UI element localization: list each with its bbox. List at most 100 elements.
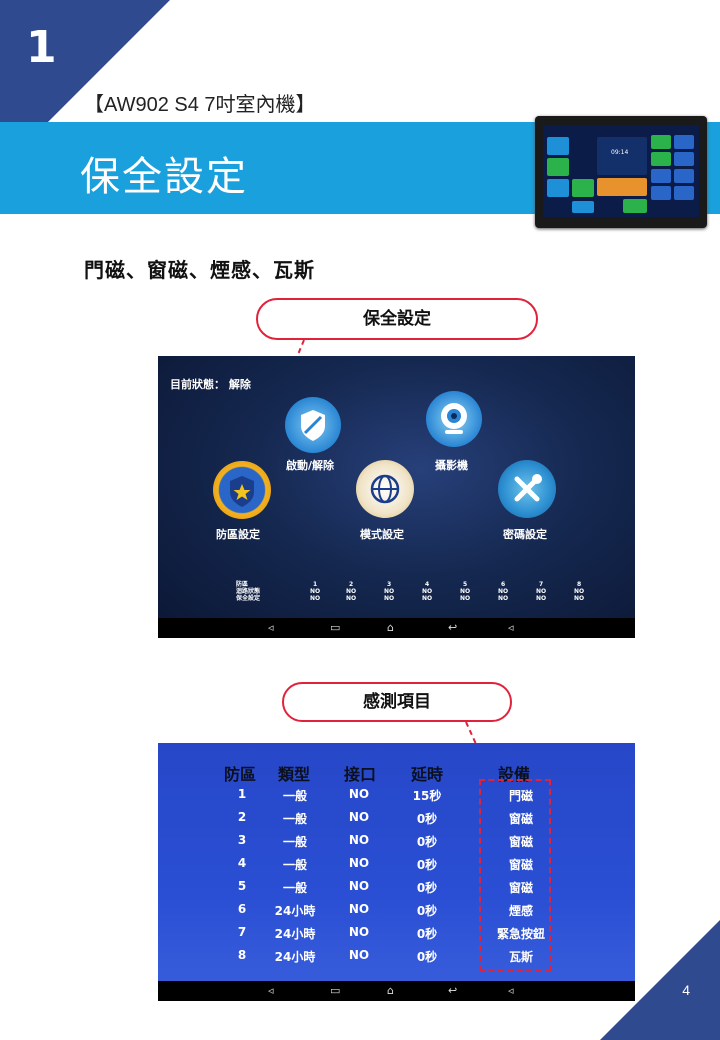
mode-settings-button[interactable] <box>356 460 414 518</box>
zone-number: 3 <box>237 833 247 847</box>
header-zone: 防區 <box>224 765 257 784</box>
zone-delay: 15秒 <box>412 789 442 803</box>
zone-loop: NO <box>460 588 471 595</box>
row-label-loop-status: 迴路狀態 <box>236 588 261 595</box>
callout-sensor-items: 感測項目 <box>282 682 512 722</box>
zone-settings-label: 防區設定 <box>216 528 260 541</box>
zone-number: 4 <box>237 856 247 870</box>
device-time: 09:14 <box>611 149 629 156</box>
zone-settings-button[interactable] <box>213 461 271 519</box>
home-icon[interactable]: ⌂ <box>387 621 394 634</box>
zone-column: 8 NO NO <box>574 581 584 602</box>
status-value: 解除 <box>228 378 251 391</box>
zone-delay: 0秒 <box>416 904 438 918</box>
zone-delay: 0秒 <box>416 858 438 872</box>
camera-button[interactable] <box>426 391 482 447</box>
zone-row-labels: 防區 迴路狀態 保全設定 <box>236 581 260 602</box>
zone-port: NO <box>348 810 370 824</box>
zone-column: 3 NO NO <box>384 581 394 602</box>
zone-loop: NO <box>346 588 357 595</box>
zone-loop: NO <box>384 588 395 595</box>
zone-type: 24小時 <box>274 927 316 941</box>
zone-num: 5 <box>462 581 468 588</box>
zone-num: 6 <box>500 581 506 588</box>
arm-disarm-label: 啟動/解除 <box>286 459 335 472</box>
callout-security-settings: 保全設定 <box>256 298 538 340</box>
zone-type: 一般 <box>282 789 307 803</box>
device-screen: 09:14 <box>543 125 699 217</box>
device-column-highlight <box>479 779 551 971</box>
android-navbar: ◃ ▭ ⌂ ↩ ◃ <box>158 618 635 638</box>
zone-number: 1 <box>237 787 247 801</box>
header-port: 接口 <box>344 765 377 784</box>
zone-port: NO <box>348 902 370 916</box>
back-icon[interactable]: ↩ <box>448 621 457 634</box>
zone-type: 一般 <box>282 881 307 895</box>
recent-apps-icon[interactable]: ▭ <box>330 621 340 634</box>
banner-title: 保全設定 <box>80 154 248 200</box>
zone-loop: NO <box>574 588 585 595</box>
zone-loop: NO <box>310 588 321 595</box>
sensor-table-screen: 防區 類型 接口 延時 設備 1 一般 NO 15秒 門磁 2 一般 NO 0秒 窗磁 3 一般 NO 0… <box>158 743 635 1001</box>
zone-number: 2 <box>237 810 247 824</box>
zone-guard: NO <box>310 595 321 602</box>
back-icon[interactable]: ↩ <box>448 984 457 997</box>
zone-column: 6 NO NO <box>498 581 508 602</box>
zone-guard: NO <box>536 595 547 602</box>
status-label: 目前狀態： <box>170 378 225 391</box>
zone-number: 8 <box>237 948 247 962</box>
home-icon[interactable]: ⌂ <box>387 984 394 997</box>
volume-down-icon[interactable]: ◃ <box>268 984 274 997</box>
zone-column: 1 NO NO <box>310 581 320 602</box>
security-menu-screen: 目前狀態： 解除 啟動/解除 攝影機 防區設定 模式設定 密碼設定 防區 迴路狀… <box>158 356 635 638</box>
zone-type: 一般 <box>282 835 307 849</box>
zone-number: 7 <box>237 925 247 939</box>
page-number: 4 <box>682 982 690 998</box>
header-type: 類型 <box>278 765 311 784</box>
zone-type: 一般 <box>282 812 307 826</box>
mode-settings-label: 模式設定 <box>360 528 404 541</box>
zone-port: NO <box>348 833 370 847</box>
globe-icon <box>370 474 400 504</box>
row-label-guard: 保全設定 <box>236 595 261 602</box>
zone-num: 1 <box>312 581 318 588</box>
zone-number: 5 <box>237 879 247 893</box>
zone-delay: 0秒 <box>416 881 438 895</box>
zone-guard: NO <box>574 595 585 602</box>
zone-guard: NO <box>422 595 433 602</box>
device-photo: 09:14 <box>535 116 707 228</box>
zone-port: NO <box>348 787 370 801</box>
zone-delay: 0秒 <box>416 927 438 941</box>
section-number: 1 <box>26 22 57 73</box>
zone-type: 24小時 <box>274 950 316 964</box>
zone-type: 24小時 <box>274 904 316 918</box>
zone-column: 5 NO NO <box>460 581 470 602</box>
status-line: 目前狀態： 解除 <box>170 376 251 392</box>
tools-icon <box>514 474 542 502</box>
zone-loop: NO <box>498 588 509 595</box>
zone-column: 2 NO NO <box>346 581 356 602</box>
zone-type: 一般 <box>282 858 307 872</box>
zone-port: NO <box>348 948 370 962</box>
volume-up-icon[interactable]: ◃ <box>508 621 514 634</box>
camera-label: 攝影機 <box>435 459 468 472</box>
password-settings-button[interactable] <box>498 460 556 518</box>
zone-column: 4 NO NO <box>422 581 432 602</box>
zone-num: 2 <box>348 581 354 588</box>
arm-disarm-button[interactable] <box>285 397 341 453</box>
zone-port: NO <box>348 925 370 939</box>
zone-loop: NO <box>536 588 547 595</box>
camera-icon <box>441 403 467 434</box>
subheading: 門磁、窗磁、煙感、瓦斯 <box>84 258 315 282</box>
volume-down-icon[interactable]: ◃ <box>268 621 274 634</box>
header-delay: 延時 <box>411 765 444 784</box>
shield-icon <box>301 410 325 441</box>
android-navbar: ◃ ▭ ⌂ ↩ ◃ <box>158 981 635 1001</box>
recent-apps-icon[interactable]: ▭ <box>330 984 340 997</box>
volume-up-icon[interactable]: ◃ <box>508 984 514 997</box>
zone-num: 4 <box>424 581 430 588</box>
zone-guard: NO <box>384 595 395 602</box>
zone-port: NO <box>348 856 370 870</box>
zone-loop: NO <box>422 588 433 595</box>
zone-guard: NO <box>346 595 357 602</box>
